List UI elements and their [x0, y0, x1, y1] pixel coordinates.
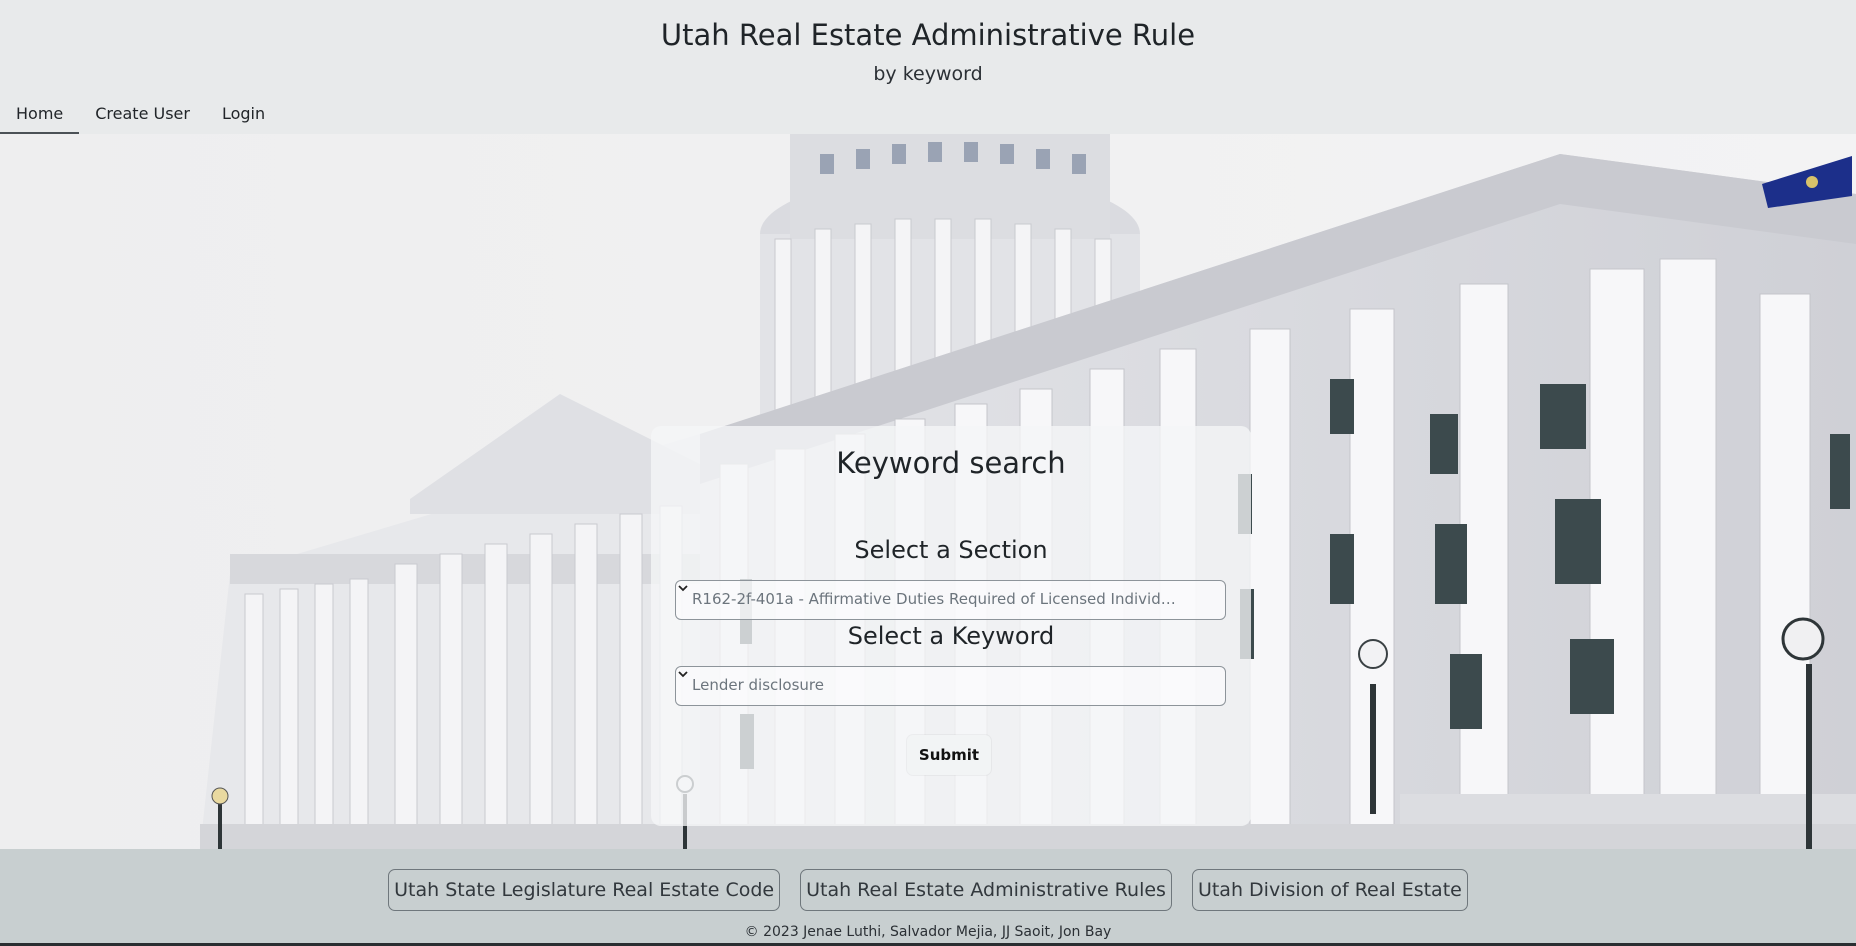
copyright-text: © 2023 Jenae Luthi, Salvador Mejia, JJ S…: [744, 924, 1112, 940]
footer-link-division-real-estate[interactable]: Utah Division of Real Estate: [1191, 869, 1468, 911]
footer-link-admin-rules[interactable]: Utah Real Estate Administrative Rules: [800, 869, 1172, 911]
nav-tabs: Home Create User Login: [0, 98, 281, 134]
keyword-select[interactable]: Lender disclosure: [675, 666, 1226, 706]
card-title: Keyword search: [836, 446, 1066, 480]
keyword-search-card: Keyword search Select a Section R162-2f-…: [651, 426, 1251, 826]
nav-tab-login[interactable]: Login: [206, 98, 281, 134]
keyword-label: Select a Keyword: [847, 622, 1055, 650]
footer: Utah State Legislature Real Estate Code …: [0, 849, 1856, 946]
keyword-select-value: Lender disclosure: [692, 676, 824, 694]
nav-tab-home[interactable]: Home: [0, 98, 80, 134]
nav-tab-create-user[interactable]: Create User: [79, 98, 206, 134]
site-title: Utah Real Estate Administrative Rule: [660, 18, 1196, 52]
chevron-down-icon: [678, 671, 688, 678]
page: Utah Real Estate Administrative Rule by …: [0, 0, 1856, 946]
hero-background: Keyword search Select a Section R162-2f-…: [0, 134, 1856, 849]
chevron-down-icon: [678, 585, 688, 592]
section-label: Select a Section: [854, 536, 1048, 564]
footer-link-legislature-code[interactable]: Utah State Legislature Real Estate Code: [388, 869, 781, 911]
section-select-value: R162-2f-401a - Affirmative Duties Requir…: [692, 590, 1197, 608]
footer-links: Utah State Legislature Real Estate Code …: [0, 869, 1856, 911]
submit-button[interactable]: Submit: [907, 735, 991, 775]
site-subtitle: by keyword: [873, 63, 983, 85]
header: Utah Real Estate Administrative Rule by …: [0, 0, 1856, 134]
section-select[interactable]: R162-2f-401a - Affirmative Duties Requir…: [675, 580, 1226, 620]
